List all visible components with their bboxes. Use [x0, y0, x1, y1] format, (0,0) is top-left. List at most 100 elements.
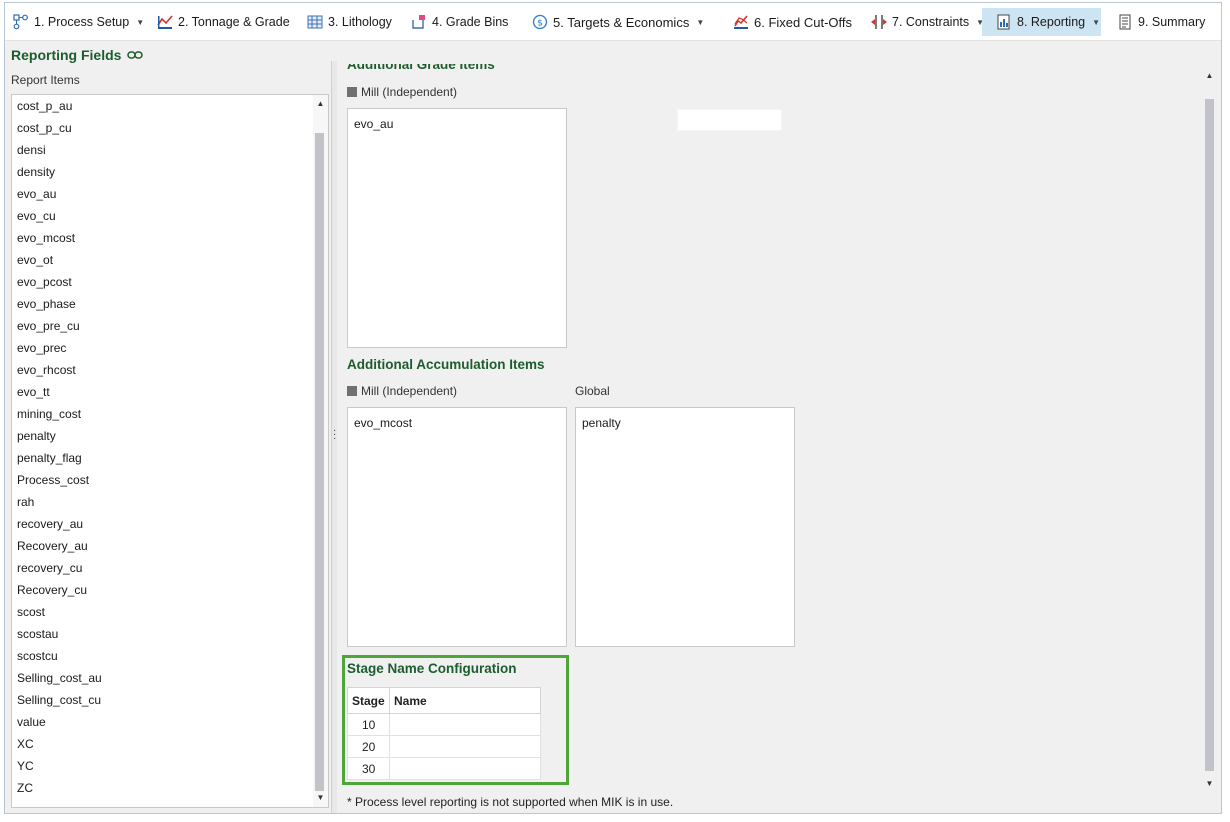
- accumulation-global-label: Global: [575, 384, 610, 398]
- list-item[interactable]: value: [12, 711, 312, 733]
- table-row[interactable]: 10: [347, 713, 541, 736]
- tab-lithology[interactable]: 3. Lithology: [303, 8, 396, 36]
- list-item[interactable]: evo_ot: [12, 249, 312, 271]
- table-row[interactable]: 20: [347, 735, 541, 758]
- tab-grade-bins[interactable]: 4. Grade Bins: [407, 8, 512, 36]
- name-cell[interactable]: [389, 735, 541, 758]
- table-row[interactable]: 30: [347, 757, 541, 780]
- accumulation-items-title: Additional Accumulation Items: [347, 357, 545, 372]
- scroll-down-icon[interactable]: ▼: [1202, 777, 1217, 791]
- tab-tonnage-grade[interactable]: 2. Tonnage & Grade: [153, 8, 294, 36]
- chevron-down-icon: ▼: [136, 17, 145, 27]
- scrollbar-thumb[interactable]: [1205, 99, 1214, 771]
- accumulation-global-item[interactable]: penalty: [582, 416, 621, 430]
- tab-label: 5. Targets & Economics: [553, 14, 690, 30]
- list-item[interactable]: Selling_cost_au: [12, 667, 312, 689]
- dollar-icon: $: [532, 14, 548, 30]
- tab-targets-economics[interactable]: $ 5. Targets & Economics ▼: [528, 8, 708, 36]
- mill-color-swatch: [347, 87, 357, 97]
- grade-mill-label: Mill (Independent): [347, 85, 457, 99]
- reporting-config-panel: Additional Grade Items Mill (Independent…: [337, 41, 1221, 813]
- list-item[interactable]: cost_p_cu: [12, 117, 312, 139]
- list-item[interactable]: densi: [12, 139, 312, 161]
- tab-label: 4. Grade Bins: [432, 15, 509, 29]
- list-item[interactable]: recovery_au: [12, 513, 312, 535]
- svg-text:$: $: [537, 19, 543, 29]
- mik-footnote: * Process level reporting is not support…: [347, 795, 674, 809]
- list-item[interactable]: rah: [12, 491, 312, 513]
- name-cell[interactable]: [389, 713, 541, 736]
- accumulation-mill-item[interactable]: evo_mcost: [354, 416, 412, 430]
- list-item[interactable]: evo_mcost: [12, 227, 312, 249]
- accumulation-global-items-box[interactable]: penalty: [575, 407, 795, 647]
- list-item[interactable]: YC: [12, 755, 312, 777]
- list-item[interactable]: cost_p_au: [12, 95, 312, 117]
- list-item[interactable]: recovery_cu: [12, 557, 312, 579]
- table-header-row: Stage Name: [347, 687, 541, 714]
- tab-fixed-cutoffs[interactable]: 6. Fixed Cut-Offs: [729, 8, 856, 36]
- list-item[interactable]: Recovery_cu: [12, 579, 312, 601]
- scroll-up-icon[interactable]: ▲: [313, 97, 328, 111]
- report-items-list[interactable]: cost_p_au cost_p_cu densi density evo_au evo_…: [11, 94, 329, 808]
- list-item[interactable]: evo_pre_cu: [12, 315, 312, 337]
- list-item[interactable]: scostau: [12, 623, 312, 645]
- stage-column-header[interactable]: Stage: [347, 687, 390, 714]
- list-item[interactable]: scost: [12, 601, 312, 623]
- list-item[interactable]: penalty: [12, 425, 312, 447]
- panel-title-text: Reporting Fields: [11, 47, 122, 63]
- list-item[interactable]: evo_rhcost: [12, 359, 312, 381]
- tab-constraints[interactable]: 7. Constraints ▼: [867, 8, 988, 36]
- chevron-down-icon: ▼: [696, 17, 705, 27]
- config-scrollbar[interactable]: ▲ ▼: [1202, 69, 1217, 791]
- list-item[interactable]: penalty_flag: [12, 447, 312, 469]
- tab-label: 9. Summary: [1138, 15, 1206, 29]
- tab-label: 1. Process Setup: [34, 15, 130, 29]
- grade-bins-icon: [411, 14, 427, 30]
- scroll-down-icon[interactable]: ▼: [313, 791, 328, 805]
- accumulation-mill-label: Mill (Independent): [347, 384, 457, 398]
- list-item[interactable]: mining_cost: [12, 403, 312, 425]
- link-icon[interactable]: [127, 47, 144, 63]
- list-item[interactable]: scostcu: [12, 645, 312, 667]
- grade-mill-label-text: Mill (Independent): [361, 85, 458, 99]
- name-cell[interactable]: [389, 757, 541, 780]
- chevron-down-icon: ▼: [1092, 17, 1101, 27]
- report-items-scrollbar[interactable]: ▲ ▼: [313, 95, 328, 807]
- tab-process-setup[interactable]: 1. Process Setup ▼: [9, 8, 148, 36]
- list-item[interactable]: evo_prec: [12, 337, 312, 359]
- constraints-icon: [871, 14, 887, 30]
- stage-name-table: Stage Name 10 20 30: [347, 687, 541, 780]
- workflow-toolbar: 1. Process Setup ▼ 2. Tonnage & Grade 3.…: [5, 3, 1221, 41]
- tonnage-chart-icon: [157, 14, 173, 30]
- report-items-label: Report Items: [11, 73, 80, 87]
- grade-mill-items-box[interactable]: evo_au: [347, 108, 567, 348]
- splitter-grip-icon[interactable]: · · ·: [333, 426, 336, 444]
- grade-mill-item[interactable]: evo_au: [354, 117, 393, 131]
- list-item[interactable]: evo_cu: [12, 205, 312, 227]
- reporting-icon: [996, 14, 1012, 30]
- accumulation-mill-items-box[interactable]: evo_mcost: [347, 407, 567, 647]
- list-item[interactable]: evo_tt: [12, 381, 312, 403]
- list-item[interactable]: Selling_cost_cu: [12, 689, 312, 711]
- blank-field: [677, 109, 782, 131]
- tab-reporting[interactable]: 8. Reporting ▼: [982, 8, 1101, 36]
- tab-label: 7. Constraints: [892, 15, 970, 29]
- list-item[interactable]: density: [12, 161, 312, 183]
- list-item[interactable]: evo_phase: [12, 293, 312, 315]
- stage-config-title: Stage Name Configuration: [347, 661, 517, 676]
- stage-cell: 20: [347, 735, 390, 758]
- name-column-header[interactable]: Name: [389, 687, 541, 714]
- list-item[interactable]: evo_au: [12, 183, 312, 205]
- tab-summary[interactable]: 9. Summary: [1113, 8, 1209, 36]
- list-item[interactable]: ZC: [12, 777, 312, 799]
- list-item[interactable]: evo_pcost: [12, 271, 312, 293]
- grade-items-title: Additional Grade Items: [347, 57, 495, 72]
- reporting-fields-panel: Reporting Fields Report Items cost_p_au c…: [5, 41, 331, 813]
- list-item[interactable]: XC: [12, 733, 312, 755]
- list-item[interactable]: Recovery_au: [12, 535, 312, 557]
- scrollbar-thumb[interactable]: [315, 133, 324, 791]
- scroll-up-icon[interactable]: ▲: [1202, 69, 1217, 83]
- stage-cell: 10: [347, 713, 390, 736]
- list-item[interactable]: Process_cost: [12, 469, 312, 491]
- tab-label: 6. Fixed Cut-Offs: [754, 14, 853, 30]
